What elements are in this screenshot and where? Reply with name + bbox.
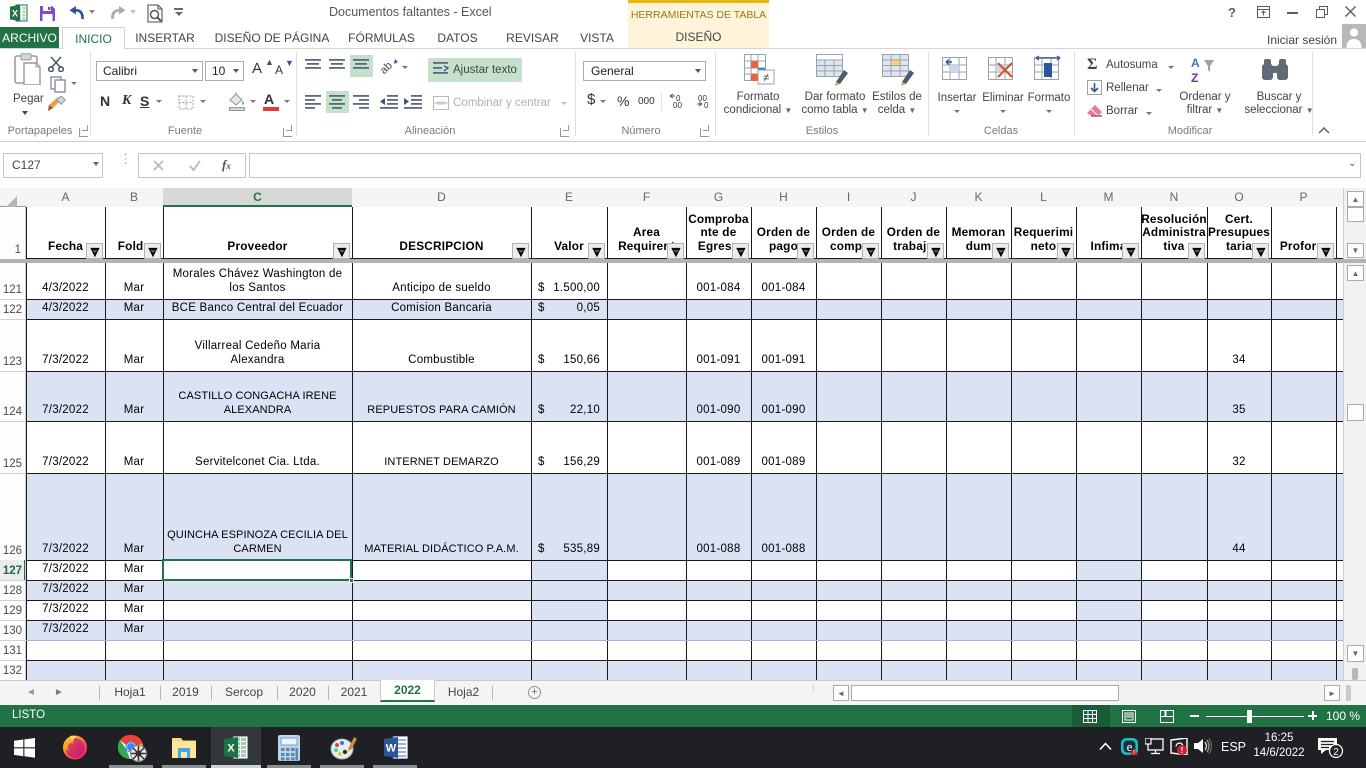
svg-text:A: A [1191,56,1200,70]
svg-text:00: 00 [673,101,682,109]
svg-text:≠: ≠ [763,72,769,84]
svg-text:X: X [227,743,235,755]
svg-text:!: ! [1181,746,1184,755]
svg-text:e: e [1127,739,1133,754]
svg-text:ab: ab [381,60,395,75]
svg-text:2: 2 [1333,747,1339,758]
svg-text:X: X [12,9,18,19]
svg-text:Z: Z [1191,71,1198,84]
svg-text:0: 0 [704,101,709,109]
svg-text:W: W [386,743,397,755]
